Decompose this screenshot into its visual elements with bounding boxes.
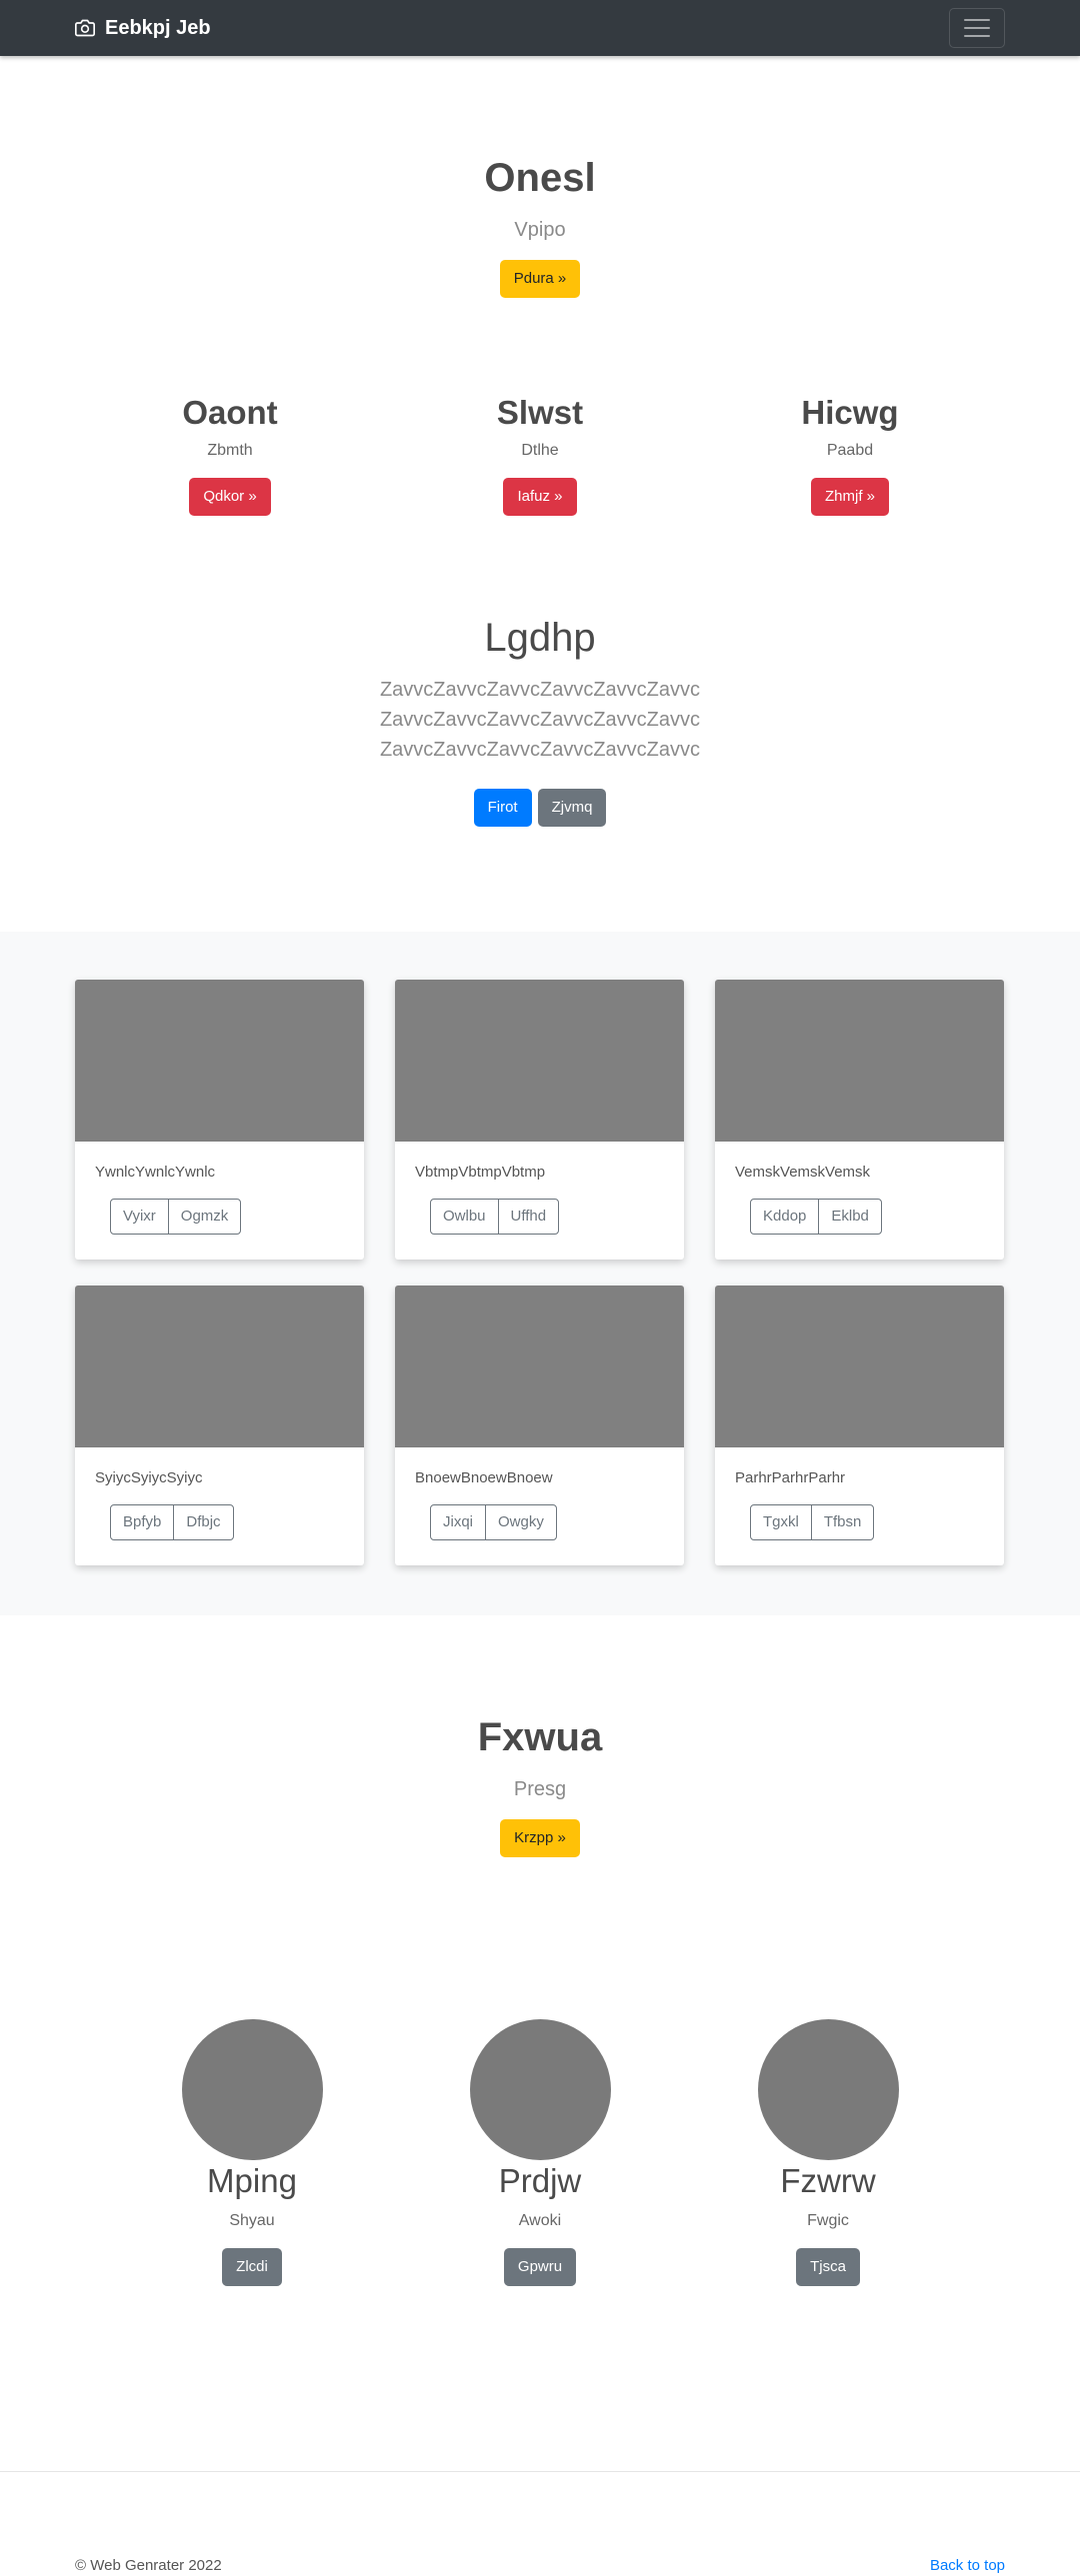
feature-title: Slwst — [496, 394, 584, 431]
feature-title: Oaont — [182, 394, 278, 431]
feature-column: Slwst Dtlhe Iafuz » — [385, 394, 695, 516]
card-grid: YwnlcYwnlcYwnlc Vyixr Ogmzk VbtmpVbtmpVbt… — [75, 980, 1005, 1565]
navbar-toggler-button[interactable] — [949, 8, 1005, 48]
member-button[interactable]: Tjsca — [796, 2248, 860, 2286]
album-card: YwnlcYwnlcYwnlc Vyixr Ogmzk — [75, 980, 364, 1260]
card-button[interactable]: Bpfyb — [111, 1505, 173, 1539]
card-button[interactable]: Tfbsn — [810, 1505, 874, 1539]
team-member: Mping Shyau Zlcdi — [181, 2019, 323, 2286]
hamburger-icon — [964, 19, 990, 21]
album-card: VbtmpVbtmpVbtmp Owlbu Uffhd — [395, 980, 684, 1260]
card-thumbnail — [715, 1286, 1004, 1447]
card-button[interactable]: Owlbu — [431, 1200, 498, 1234]
back-to-top-link[interactable]: Back to top — [930, 2557, 1005, 2574]
lead-buttons: Firot Zjvmq — [0, 789, 1080, 827]
card-button-group: Bpfyb Dfbjc — [110, 1504, 234, 1540]
hero-title: Onesl — [484, 156, 596, 200]
team-member: Fzwrw Fwgic Tjsca — [757, 2019, 899, 2286]
second-hero-button[interactable]: Krzpp » — [500, 1819, 580, 1857]
hero-section: Onesl Vpipo Pdura » — [0, 56, 1080, 298]
feature-title: Hicwg — [801, 394, 899, 431]
member-role: Shyau — [229, 2212, 275, 2229]
card-button-group: Owlbu Uffhd — [430, 1199, 560, 1235]
footer-copyright: © Web Genrater 2022 — [75, 2557, 222, 2574]
album-card: BnoewBnoewBnoew Jixqi Owgky — [395, 1286, 684, 1565]
features-row: Oaont Zbmth Qdkor » Slwst Dtlhe Iafuz » … — [0, 394, 1080, 516]
footer: © Web Genrater 2022 Back to top — [0, 2471, 1080, 2576]
card-button[interactable]: Eklbd — [818, 1200, 881, 1234]
card-text: SyiycSyiycSyiyc — [95, 1469, 203, 1486]
member-name: Fzwrw — [780, 2162, 876, 2199]
card-button[interactable]: Ogmzk — [167, 1200, 241, 1234]
card-button-group: Vyixr Ogmzk — [110, 1199, 242, 1235]
card-button[interactable]: Dfbjc — [173, 1505, 232, 1539]
album-section: YwnlcYwnlcYwnlc Vyixr Ogmzk VbtmpVbtmpVbt… — [0, 932, 1080, 1615]
feature-button[interactable]: Iafuz » — [503, 478, 577, 516]
card-thumbnail — [395, 980, 684, 1142]
card-button[interactable]: Kddop — [751, 1200, 818, 1234]
card-text: VbtmpVbtmpVbtmp — [415, 1164, 546, 1181]
second-hero-title: Fxwua — [477, 1715, 603, 1759]
feature-column: Hicwg Paabd Zhmjf » — [695, 394, 1005, 516]
brand-link[interactable]: Eebkpj Jeb — [75, 17, 211, 40]
feature-button[interactable]: Qdkor » — [189, 478, 271, 516]
lead-section: Lgdhp ZavvcZavvcZavvcZavvcZavvcZavvc Zav… — [0, 616, 1080, 932]
avatar — [469, 2019, 611, 2160]
feature-column: Oaont Zbmth Qdkor » — [75, 394, 385, 516]
card-button[interactable]: Owgky — [485, 1505, 556, 1539]
card-text: BnoewBnoewBnoew — [415, 1469, 553, 1486]
card-button[interactable]: Vyixr — [111, 1200, 168, 1234]
team-section: Mping Shyau Zlcdi Prdjw Awoki Gpwru Fzwr… — [0, 2019, 1080, 2471]
lead-primary-button[interactable]: Firot — [473, 789, 532, 827]
card-text: YwnlcYwnlcYwnlc — [95, 1164, 216, 1181]
card-text: VemskVemskVemsk — [735, 1164, 871, 1181]
member-name: Prdjw — [498, 2162, 582, 2199]
second-hero-section: Fxwua Presg Krzpp » — [0, 1615, 1080, 1857]
album-card: VemskVemskVemsk Kddop Eklbd — [715, 980, 1004, 1260]
second-hero-subtitle: Presg — [513, 1778, 567, 1800]
camera-icon — [75, 19, 95, 37]
card-text: ParhrParhrParhr — [735, 1469, 846, 1486]
card-button-group: Tgxkl Tfbsn — [750, 1504, 875, 1540]
member-button[interactable]: Gpwru — [503, 2248, 577, 2286]
album-card: SyiycSyiycSyiyc Bpfyb Dfbjc — [75, 1286, 364, 1565]
navbar: Eebkpj Jeb — [0, 0, 1080, 56]
card-button[interactable]: Uffhd — [497, 1200, 559, 1234]
hero-subtitle: Vpipo — [514, 219, 566, 241]
card-thumbnail — [715, 980, 1004, 1142]
avatar — [181, 2019, 323, 2160]
card-button[interactable]: Tgxkl — [751, 1505, 811, 1539]
member-button[interactable]: Zlcdi — [222, 2248, 282, 2286]
feature-button[interactable]: Zhmjf » — [810, 478, 889, 516]
card-button[interactable]: Jixqi — [431, 1505, 485, 1539]
member-role: Fwgic — [807, 2212, 849, 2229]
member-role: Awoki — [518, 2212, 562, 2229]
hero-button[interactable]: Pdura » — [499, 260, 581, 298]
feature-text: Dtlhe — [521, 442, 559, 459]
team-member: Prdjw Awoki Gpwru — [469, 2019, 611, 2286]
lead-secondary-button[interactable]: Zjvmq — [537, 789, 607, 827]
feature-text: Paabd — [826, 442, 874, 459]
lead-text: ZavvcZavvcZavvcZavvcZavvcZavvc ZavvcZavv… — [379, 679, 701, 761]
card-thumbnail — [75, 980, 364, 1142]
feature-text: Zbmth — [207, 442, 253, 459]
card-thumbnail — [395, 1286, 684, 1447]
member-name: Mping — [207, 2162, 297, 2199]
card-button-group: Jixqi Owgky — [430, 1504, 557, 1540]
album-card: ParhrParhrParhr Tgxkl Tfbsn — [715, 1286, 1004, 1565]
avatar — [757, 2019, 899, 2160]
card-button-group: Kddop Eklbd — [750, 1199, 882, 1235]
card-thumbnail — [75, 1286, 364, 1447]
lead-title: Lgdhp — [484, 616, 596, 660]
brand-name: Eebkpj Jeb — [105, 16, 211, 39]
